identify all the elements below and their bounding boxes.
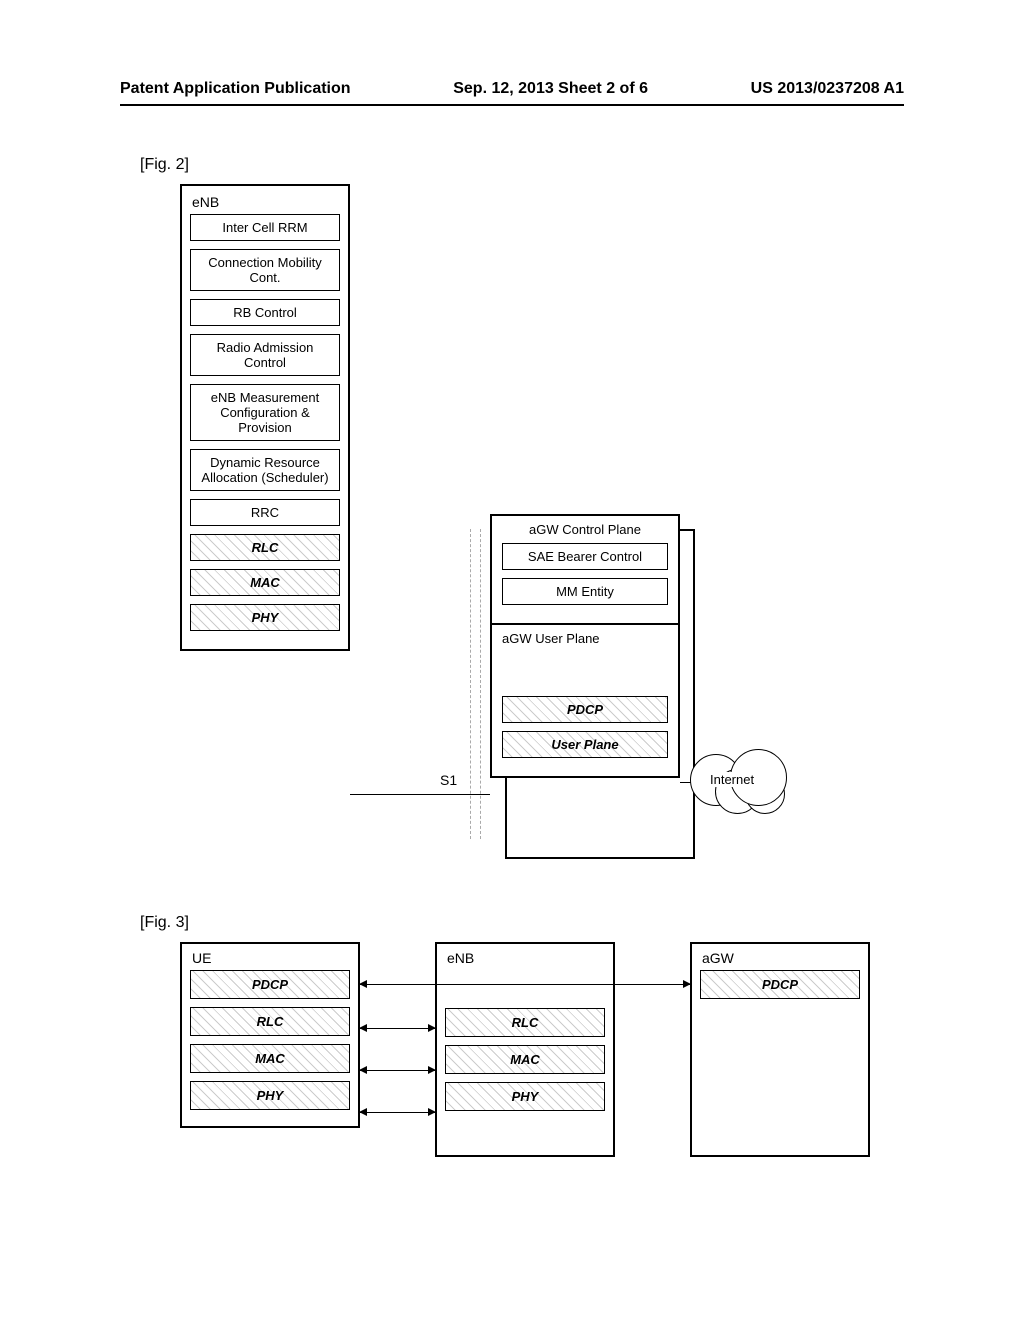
enb-layer-phy: PHY (190, 604, 340, 631)
arrow-pdcp (360, 984, 690, 985)
ue-layer-rlc: RLC (190, 1007, 350, 1036)
ue-layer-mac: MAC (190, 1044, 350, 1073)
internet-label: Internet (710, 772, 754, 787)
enb-func-radio-admission: Radio Admission Control (190, 334, 340, 376)
figure-2: eNB Inter Cell RRM Connection Mobility C… (120, 184, 904, 884)
dashed-line-2 (480, 529, 481, 839)
ue-box: UE PDCP RLC MAC PHY (180, 942, 360, 1128)
enb-func-scheduler: Dynamic Resource Allocation (Scheduler) (190, 449, 340, 491)
arrow-phy (360, 1112, 435, 1113)
enb-layer-mac: MAC (190, 569, 340, 596)
agw-cp-title: aGW Control Plane (502, 522, 668, 537)
agw-mm-entity: MM Entity (502, 578, 668, 605)
ue-layer-pdcp: PDCP (190, 970, 350, 999)
agw-user-plane: aGW User Plane PDCP User Plane (490, 623, 680, 778)
enb-func-rrc: RRC (190, 499, 340, 526)
agw-layer-pdcp: PDCP (502, 696, 668, 723)
agw-up-title: aGW User Plane (502, 631, 668, 646)
arrow-rlc (360, 1028, 435, 1029)
header-rule (120, 104, 904, 106)
ue-layer-phy: PHY (190, 1081, 350, 1110)
header-center: Sep. 12, 2013 Sheet 2 of 6 (453, 80, 648, 98)
agw-sae-bearer: SAE Bearer Control (502, 543, 668, 570)
internet-cloud: Internet (690, 744, 790, 824)
fig2-label: [Fig. 2] (140, 156, 904, 174)
agw-layer-userplane: User Plane (502, 731, 668, 758)
enb-layer-mac-fig3: MAC (445, 1045, 605, 1074)
page-container: Patent Application Publication Sep. 12, … (0, 0, 1024, 1242)
enb-func-connection-mobility: Connection Mobility Cont. (190, 249, 340, 291)
s1-label: S1 (440, 772, 457, 788)
agw-control-plane: aGW Control Plane SAE Bearer Control MM … (490, 514, 680, 625)
enb-title: eNB (192, 194, 340, 210)
enb-title-fig3: eNB (447, 950, 605, 966)
enb-layer-rlc-fig3: RLC (445, 1008, 605, 1037)
header-left: Patent Application Publication (120, 80, 351, 98)
agw-title-fig3: aGW (702, 950, 860, 966)
page-header: Patent Application Publication Sep. 12, … (120, 80, 904, 98)
enb-box: eNB Inter Cell RRM Connection Mobility C… (180, 184, 350, 651)
header-right: US 2013/0237208 A1 (751, 80, 904, 98)
figure-3: UE PDCP RLC MAC PHY eNB RLC MAC PHY aGW … (180, 942, 904, 1202)
enb-func-measurement: eNB Measurement Configuration & Provisio… (190, 384, 340, 441)
agw-container: aGW Control Plane SAE Bearer Control MM … (490, 514, 680, 778)
enb-func-rb-control: RB Control (190, 299, 340, 326)
enb-layer-phy-fig3: PHY (445, 1082, 605, 1111)
ue-title: UE (192, 950, 350, 966)
agw-layer-pdcp-fig3: PDCP (700, 970, 860, 999)
enb-layer-rlc: RLC (190, 534, 340, 561)
enb-func-inter-cell-rrm: Inter Cell RRM (190, 214, 340, 241)
dashed-line-1 (470, 529, 471, 839)
fig3-label: [Fig. 3] (140, 914, 904, 932)
s1-connector (350, 794, 490, 795)
agw-box-fig3: aGW PDCP (690, 942, 870, 1157)
enb-box-fig3: eNB RLC MAC PHY (435, 942, 615, 1157)
arrow-mac (360, 1070, 435, 1071)
